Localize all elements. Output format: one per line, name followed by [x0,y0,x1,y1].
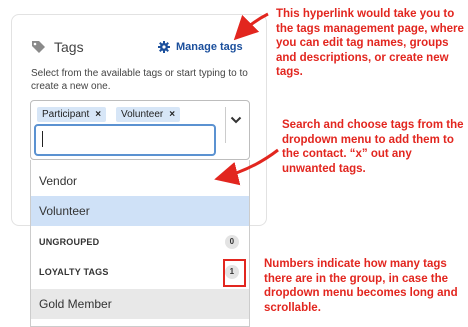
text-caret [42,131,43,147]
remove-tag-button[interactable]: × [169,109,175,120]
chip-label: Volunteer [121,109,164,120]
selected-tag-chip: Volunteer × [116,107,181,122]
dropdown-option[interactable]: Volunteer [31,196,249,226]
tag-icon [32,41,45,53]
manage-tags-link[interactable]: Manage tags [158,41,243,53]
tag-select[interactable]: Participant × Volunteer × [30,100,250,160]
tags-title: Tags [54,39,84,55]
selected-tag-chip: Participant × [37,107,107,122]
chevron-down-icon[interactable] [230,115,242,125]
dropdown-option[interactable]: Vendor [31,166,249,196]
dropdown-group-header: UNGROUPED 0 [31,227,249,257]
group-count-badge: 0 [225,235,239,249]
manage-tags-label[interactable]: Manage tags [176,41,243,53]
annotation-counts: Numbers indicate how many tags there are… [264,258,458,314]
chip-label: Participant [42,109,90,120]
gear-icon [158,41,170,53]
select-divider [225,107,226,143]
helper-text: Select from the available tags or start … [31,68,248,92]
group-label: LOYALTY TAGS [39,267,109,277]
tag-dropdown-menu: Vendor Volunteer UNGROUPED 0 LOYALTY TAG… [30,160,250,327]
annotation-manage-link: This hyperlink would take you to the tag… [276,8,464,78]
dropdown-option[interactable]: Gold Member [31,289,249,319]
tags-header: Tags [31,39,84,55]
dropdown-group-header: LOYALTY TAGS 1 [31,257,249,287]
count-highlight-box [223,259,246,287]
group-label: UNGROUPED [39,237,100,247]
tag-search-input[interactable] [34,124,216,156]
annotation-search: Search and choose tags from the dropdown… [282,119,464,175]
remove-tag-button[interactable]: × [95,109,101,120]
